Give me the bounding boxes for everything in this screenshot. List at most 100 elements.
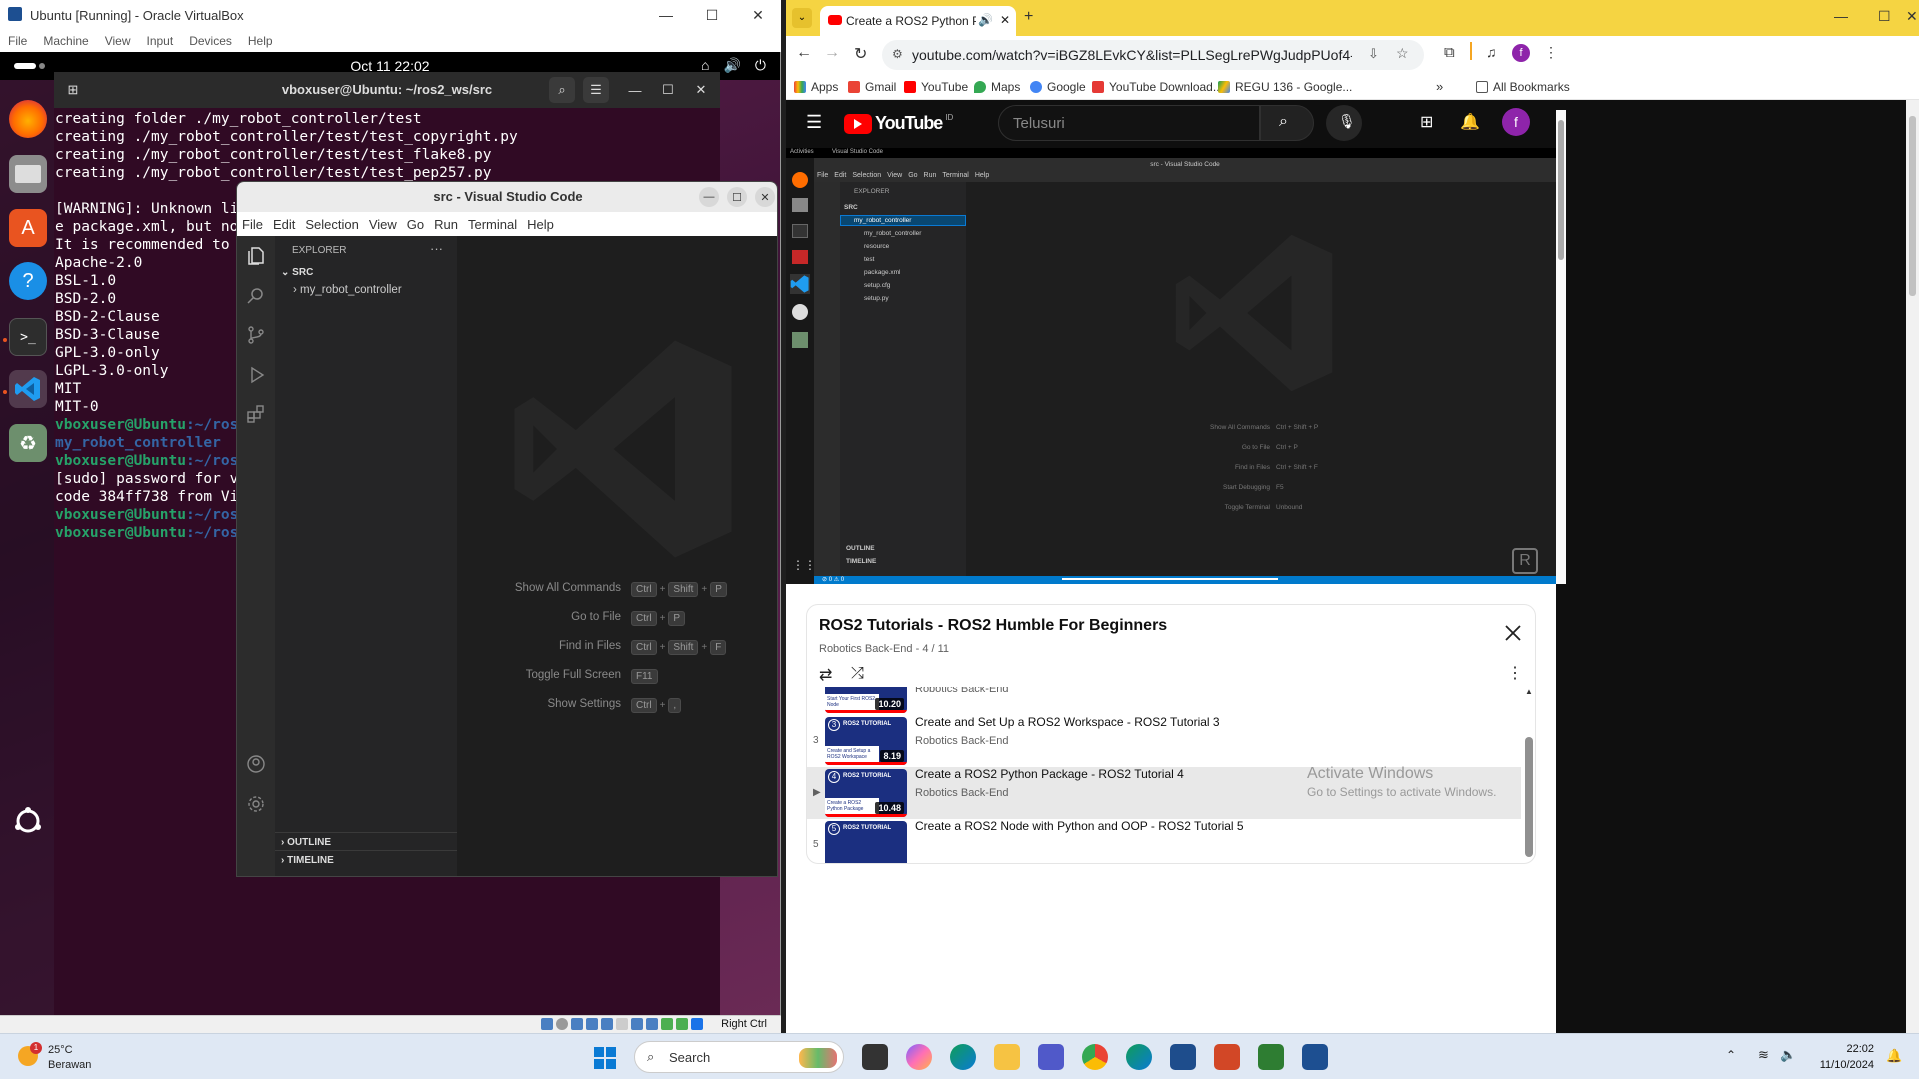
folder-my-robot-controller[interactable]: › my_robot_controller — [293, 284, 402, 296]
more-options-icon[interactable]: ⋮ — [1507, 663, 1523, 683]
playlist-item[interactable]: 3 3 ROS2 TUTORIAL Create and Setup a ROS2 W… — [807, 715, 1521, 767]
menu-machine[interactable]: Machine — [35, 34, 96, 48]
accounts-icon[interactable] — [246, 754, 266, 774]
task-view-icon[interactable] — [862, 1044, 888, 1070]
settings-gear-icon[interactable] — [246, 794, 266, 814]
guide-menu-icon[interactable]: ☰ — [806, 112, 822, 133]
menu-file[interactable]: File — [237, 217, 268, 232]
copilot-icon[interactable] — [906, 1044, 932, 1070]
bookmark-google[interactable]: Google — [1030, 80, 1086, 94]
app-center-icon[interactable]: A — [9, 209, 47, 247]
menu-run[interactable]: Run — [429, 217, 463, 232]
menu-devices[interactable]: Devices — [181, 34, 240, 48]
source-control-icon[interactable] — [246, 325, 266, 345]
close-button[interactable]: ✕ — [755, 187, 775, 207]
all-bookmarks[interactable]: All Bookmarks — [1476, 80, 1570, 94]
menu-help[interactable]: Help — [522, 217, 559, 232]
outline-section[interactable]: › OUTLINE — [281, 837, 331, 848]
hamburger-menu-icon[interactable]: ☰ — [583, 77, 609, 103]
bookmark-maps[interactable]: Maps — [974, 80, 1020, 94]
menu-selection[interactable]: Selection — [300, 217, 363, 232]
playlist-item[interactable]: 5 5 ROS2 TUTORIAL Create a ROS2 Node with P… — [807, 819, 1521, 863]
account-avatar[interactable]: f — [1502, 108, 1530, 136]
minimize-button[interactable]: — — [622, 77, 648, 103]
explorer-icon[interactable] — [246, 246, 266, 266]
search-input[interactable]: Telusuri — [998, 105, 1260, 141]
maximize-button[interactable]: ☐ — [1878, 8, 1891, 25]
voice-search-button[interactable]: 🎙 — [1326, 105, 1362, 141]
usb-icon[interactable] — [601, 1018, 613, 1030]
edge-icon[interactable] — [950, 1044, 976, 1070]
vscode-icon[interactable] — [9, 370, 47, 408]
minimize-button[interactable]: — — [699, 187, 719, 207]
wifi-icon[interactable]: ≋ — [1758, 1047, 1769, 1063]
close-icon[interactable] — [1503, 623, 1523, 643]
virtualbox-taskbar-icon[interactable] — [1302, 1044, 1328, 1070]
file-explorer-icon[interactable] — [994, 1044, 1020, 1070]
powerpoint-icon[interactable] — [1214, 1044, 1240, 1070]
shuffle-icon[interactable]: ⤮ — [851, 665, 864, 683]
video-player[interactable]: Activities Visual Studio Code ⋮⋮ src - V… — [786, 148, 1556, 584]
firefox-icon[interactable] — [9, 100, 47, 138]
close-button[interactable]: ✕ — [1906, 8, 1918, 25]
new-tab-button[interactable]: + — [1024, 8, 1033, 26]
windows-start-icon[interactable] — [594, 1047, 616, 1069]
power-icon[interactable]: ⏻ — [755, 57, 766, 74]
menu-edit[interactable]: Edit — [268, 217, 300, 232]
chrome-scrollbar[interactable] — [1906, 100, 1919, 1033]
recording-icon[interactable] — [646, 1018, 658, 1030]
search-icon[interactable]: ⌕ — [549, 77, 575, 103]
edge-dev-icon[interactable] — [1126, 1044, 1152, 1070]
menu-view[interactable]: View — [97, 34, 139, 48]
more-bookmarks-icon[interactable]: » — [1436, 79, 1443, 94]
trash-icon[interactable]: ♻ — [9, 424, 47, 462]
taskbar-clock[interactable]: 22:02 11/10/2024 — [1820, 1041, 1874, 1073]
page-scrollbar[interactable] — [1556, 110, 1566, 584]
playlist-title[interactable]: ROS2 Tutorials - ROS2 Humble For Beginne… — [819, 617, 1167, 635]
extensions-icon[interactable] — [246, 404, 266, 424]
bookmark-youtube[interactable]: YouTube — [904, 80, 968, 94]
media-control-icon[interactable]: ♫ — [1486, 44, 1497, 60]
notifications-bell-icon[interactable]: 🔔 — [1460, 112, 1480, 132]
volume-icon[interactable]: 🔊 — [723, 57, 740, 74]
tab-search-icon[interactable]: ⌄ — [792, 8, 812, 28]
profile-avatar[interactable]: f — [1512, 44, 1530, 62]
extensions-icon[interactable]: ⧉ — [1444, 44, 1455, 61]
chrome-icon[interactable] — [1082, 1044, 1108, 1070]
menu-input[interactable]: Input — [139, 34, 182, 48]
menu-file[interactable]: File — [0, 34, 35, 48]
minimize-button[interactable]: — — [643, 0, 689, 30]
shared-folder-icon[interactable] — [616, 1018, 628, 1030]
mouse-integration-icon[interactable] — [676, 1018, 688, 1030]
hard-disk-icon[interactable] — [541, 1018, 553, 1030]
files-icon[interactable] — [9, 155, 47, 193]
reload-icon[interactable]: ↻ — [854, 44, 867, 64]
more-actions-icon[interactable]: ··· — [430, 241, 443, 256]
store-icon[interactable] — [1170, 1044, 1196, 1070]
install-app-icon[interactable]: ⇩ — [1368, 46, 1379, 62]
search-icon[interactable] — [246, 286, 266, 306]
menu-terminal[interactable]: Terminal — [463, 217, 522, 232]
speaker-icon[interactable]: 🔈 — [1780, 1047, 1796, 1063]
teams-icon[interactable] — [1038, 1044, 1064, 1070]
menu-help[interactable]: Help — [240, 34, 281, 48]
menu-go[interactable]: Go — [402, 217, 429, 232]
show-hidden-icons[interactable]: ⌃ — [1726, 1048, 1736, 1062]
help-icon[interactable]: ? — [9, 262, 47, 300]
back-icon[interactable]: ← — [796, 44, 812, 62]
close-button[interactable]: ✕ — [735, 0, 781, 30]
network-icon[interactable] — [586, 1018, 598, 1030]
forward-icon[interactable]: → — [824, 44, 840, 62]
workspace-root[interactable]: ⌄ SRC — [281, 267, 313, 278]
optical-drive-icon[interactable] — [556, 1018, 568, 1030]
bookmark-gmail[interactable]: Gmail — [848, 80, 896, 94]
create-video-icon[interactable]: ⊞ — [1420, 112, 1433, 132]
timeline-section[interactable]: › TIMELINE — [281, 855, 334, 866]
audio-icon[interactable] — [571, 1018, 583, 1030]
maximize-button[interactable]: ☐ — [727, 187, 747, 207]
display-icon[interactable] — [631, 1018, 643, 1030]
minimize-button[interactable]: — — [1834, 8, 1848, 24]
bookmark-youtube-download[interactable]: YouTube Download... — [1092, 80, 1223, 94]
playlist-item[interactable]: ROS2 TUTORIALStart Your First ROS2 Node1… — [807, 687, 1521, 715]
visio-icon[interactable] — [1258, 1044, 1284, 1070]
